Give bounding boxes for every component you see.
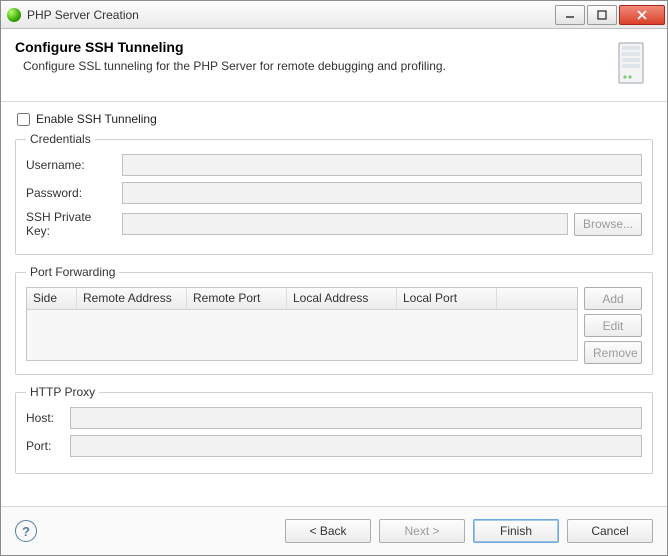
- col-local-port[interactable]: Local Port: [397, 288, 497, 309]
- port-forwarding-table[interactable]: Side Remote Address Remote Port Local Ad…: [26, 287, 578, 361]
- col-local-address[interactable]: Local Address: [287, 288, 397, 309]
- enable-ssh-checkbox[interactable]: [17, 113, 30, 126]
- finish-button[interactable]: Finish: [473, 519, 559, 543]
- edit-button[interactable]: Edit: [584, 314, 642, 337]
- col-remote-address[interactable]: Remote Address: [77, 288, 187, 309]
- proxy-host-field[interactable]: [70, 407, 642, 429]
- close-button[interactable]: [619, 5, 665, 25]
- enable-ssh-row: Enable SSH Tunneling: [15, 112, 653, 126]
- back-button[interactable]: < Back: [285, 519, 371, 543]
- content-area: Enable SSH Tunneling Credentials Usernam…: [1, 102, 667, 506]
- col-remote-port[interactable]: Remote Port: [187, 288, 287, 309]
- next-button[interactable]: Next >: [379, 519, 465, 543]
- username-label: Username:: [26, 158, 116, 172]
- password-label: Password:: [26, 186, 116, 200]
- enable-ssh-label: Enable SSH Tunneling: [36, 112, 157, 126]
- banner: Configure SSH Tunneling Configure SSL tu…: [1, 29, 667, 102]
- proxy-port-label: Port:: [26, 439, 64, 453]
- http-proxy-fieldset: HTTP Proxy Host: Port:: [15, 385, 653, 474]
- banner-heading: Configure SSH Tunneling: [15, 39, 613, 55]
- http-proxy-legend: HTTP Proxy: [26, 385, 99, 399]
- password-field[interactable]: [122, 182, 642, 204]
- table-header: Side Remote Address Remote Port Local Ad…: [27, 288, 577, 310]
- port-forwarding-buttons: Add Edit Remove: [584, 287, 642, 364]
- proxy-port-field[interactable]: [70, 435, 642, 457]
- port-forwarding-legend: Port Forwarding: [26, 265, 119, 279]
- table-body: [27, 310, 577, 360]
- proxy-host-label: Host:: [26, 411, 64, 425]
- cancel-button[interactable]: Cancel: [567, 519, 653, 543]
- dialog-window: PHP Server Creation Configure SSH Tunnel…: [0, 0, 668, 556]
- col-spacer: [497, 288, 577, 309]
- remove-button[interactable]: Remove: [584, 341, 642, 364]
- sshkey-label: SSH Private Key:: [26, 210, 116, 238]
- port-forwarding-fieldset: Port Forwarding Side Remote Address Remo…: [15, 265, 653, 375]
- titlebar: PHP Server Creation: [1, 1, 667, 29]
- browse-button[interactable]: Browse...: [574, 213, 642, 236]
- window-controls: [555, 5, 665, 25]
- credentials-fieldset: Credentials Username: Password: SSH Priv…: [15, 132, 653, 255]
- server-icon: [613, 39, 653, 87]
- username-field[interactable]: [122, 154, 642, 176]
- minimize-button[interactable]: [555, 5, 585, 25]
- add-button[interactable]: Add: [584, 287, 642, 310]
- banner-description: Configure SSL tunneling for the PHP Serv…: [15, 59, 613, 73]
- footer: ? < Back Next > Finish Cancel: [1, 507, 667, 555]
- app-icon: [7, 8, 21, 22]
- maximize-button[interactable]: [587, 5, 617, 25]
- help-icon[interactable]: ?: [15, 520, 37, 542]
- sshkey-field[interactable]: [122, 213, 568, 235]
- credentials-legend: Credentials: [26, 132, 95, 146]
- window-title: PHP Server Creation: [27, 8, 555, 22]
- col-side[interactable]: Side: [27, 288, 77, 309]
